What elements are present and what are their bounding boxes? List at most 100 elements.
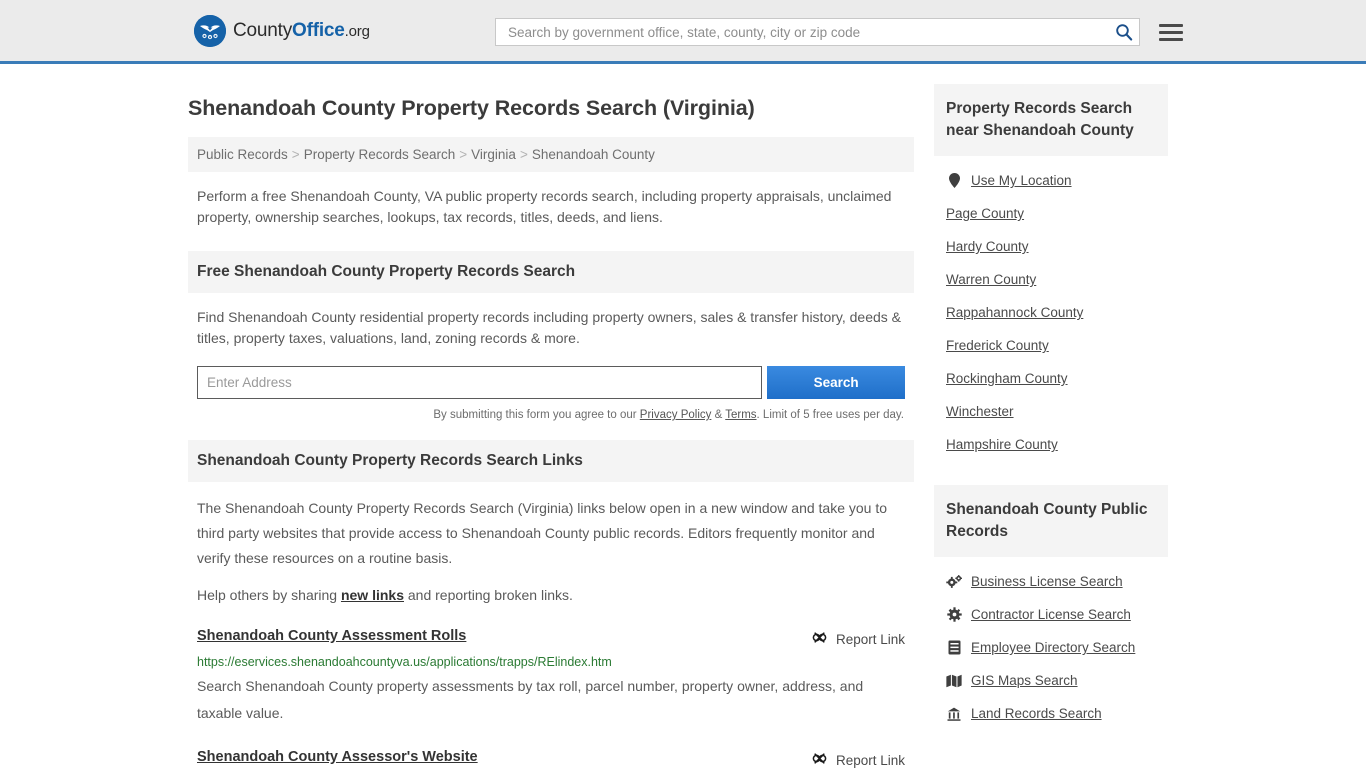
- broken-link-icon: [811, 750, 828, 768]
- breadcrumb-item-virginia[interactable]: Virginia: [471, 147, 516, 162]
- sidebar-link-label[interactable]: Land Records Search: [971, 706, 1102, 721]
- page-title: Shenandoah County Property Records Searc…: [188, 96, 755, 120]
- search-links-heading: Shenandoah County Property Records Searc…: [188, 440, 914, 482]
- help-post-text: and reporting broken links.: [404, 587, 573, 603]
- result-item: Shenandoah County Assessment Rolls Repor…: [188, 628, 914, 727]
- map-pin-icon: [946, 173, 962, 188]
- logo-text-county: County: [233, 19, 293, 41]
- main-column: Shenandoah County Property Records Searc…: [188, 84, 914, 768]
- sidebar-item-frederick-county[interactable]: Frederick County: [946, 329, 1156, 362]
- result-header: Shenandoah County Assessor's Website Rep…: [197, 749, 905, 768]
- result-url[interactable]: https://eservices.shenandoahcountyva.us/…: [197, 655, 905, 669]
- page-intro-text: Perform a free Shenandoah County, VA pub…: [197, 188, 892, 225]
- result-title-link[interactable]: Shenandoah County Assessor's Website: [197, 749, 478, 765]
- sidebar-link-label[interactable]: GIS Maps Search: [971, 673, 1078, 688]
- free-search-body: Find Shenandoah County residential prope…: [188, 307, 914, 421]
- report-link-button[interactable]: Report Link: [811, 749, 905, 768]
- report-link-label: Report Link: [835, 631, 905, 647]
- public-records-panel-heading: Shenandoah County Public Records: [934, 485, 1168, 557]
- public-records-panel: Shenandoah County Public Records Busines…: [934, 485, 1168, 730]
- breadcrumb-separator: >: [459, 147, 468, 162]
- privacy-policy-link[interactable]: Privacy Policy: [640, 409, 712, 421]
- sidebar-item-use-my-location[interactable]: Use My Location: [946, 164, 1156, 197]
- sidebar-item-warren-county[interactable]: Warren County: [946, 263, 1156, 296]
- sidebar-link-label[interactable]: Rappahannock County: [946, 305, 1083, 320]
- help-pre-text: Help others by sharing: [197, 587, 341, 603]
- result-header: Shenandoah County Assessment Rolls Repor…: [197, 628, 905, 649]
- search-button[interactable]: Search: [767, 366, 905, 399]
- hamburger-bar: [1159, 37, 1183, 41]
- sidebar-item-land-records-search[interactable]: Land Records Search: [946, 697, 1156, 730]
- address-input[interactable]: [197, 366, 763, 399]
- report-link-label: Report Link: [835, 752, 905, 768]
- sidebar-item-employee-directory-search[interactable]: Employee Directory Search: [946, 631, 1156, 664]
- sidebar-item-rappahannock-county[interactable]: Rappahannock County: [946, 296, 1156, 329]
- cog-icon: [946, 607, 962, 622]
- nearby-panel-heading: Property Records Search near Shenandoah …: [934, 84, 1168, 156]
- search-icon[interactable]: [1115, 23, 1133, 41]
- site-logo[interactable]: CountyOffice.org: [194, 14, 370, 47]
- free-search-description: Find Shenandoah County residential prope…: [197, 309, 902, 346]
- global-search-box[interactable]: [495, 18, 1140, 46]
- sidebar-link-label[interactable]: Use My Location: [971, 173, 1072, 188]
- id-card-icon: [946, 640, 962, 655]
- search-links-body: The Shenandoah County Property Records S…: [188, 496, 914, 606]
- disclaimer-amp: &: [711, 409, 726, 421]
- sidebar-item-winchester[interactable]: Winchester: [946, 395, 1156, 428]
- sidebar-link-label[interactable]: Employee Directory Search: [971, 640, 1135, 655]
- result-title-link[interactable]: Shenandoah County Assessment Rolls: [197, 628, 466, 644]
- sidebar-item-business-license-search[interactable]: Business License Search: [946, 565, 1156, 598]
- header-search-area: [495, 18, 1183, 46]
- sidebar-item-hampshire-county[interactable]: Hampshire County: [946, 428, 1156, 461]
- breadcrumb-separator: >: [519, 147, 528, 162]
- hamburger-menu-icon[interactable]: [1159, 23, 1183, 41]
- breadcrumb: Public Records > Property Records Search > V…: [188, 137, 914, 172]
- disclaimer-post-text: . Limit of 5 free uses per day.: [756, 409, 904, 421]
- sidebar-item-rockingham-county[interactable]: Rockingham County: [946, 362, 1156, 395]
- nearby-search-panel: Property Records Search near Shenandoah …: [934, 84, 1168, 461]
- global-search-input[interactable]: [506, 19, 1115, 45]
- logo-text-tld: .org: [344, 22, 370, 40]
- sidebar-item-page-county[interactable]: Page County: [946, 197, 1156, 230]
- landmark-icon: [946, 707, 962, 721]
- breadcrumb-item-shenandoah-county[interactable]: Shenandoah County: [532, 147, 655, 162]
- sidebar-item-contractor-license-search[interactable]: Contractor License Search: [946, 598, 1156, 631]
- sidebar-link-label[interactable]: Warren County: [946, 272, 1036, 287]
- page-wrapper: Shenandoah County Property Records Searc…: [0, 64, 1366, 768]
- logo-wordmark: CountyOffice.org: [233, 20, 370, 42]
- help-others-paragraph: Help others by sharing new links and rep…: [197, 585, 905, 606]
- breadcrumb-item-public-records[interactable]: Public Records: [197, 147, 288, 162]
- form-disclaimer: By submitting this form you agree to our…: [197, 409, 905, 421]
- sidebar-link-label[interactable]: Hardy County: [946, 239, 1029, 254]
- sidebar-link-label[interactable]: Page County: [946, 206, 1024, 221]
- content-container: Shenandoah County Property Records Searc…: [188, 64, 1178, 768]
- new-links-link[interactable]: new links: [341, 587, 404, 603]
- terms-link[interactable]: Terms: [725, 409, 756, 421]
- sidebar-item-gis-maps-search[interactable]: GIS Maps Search: [946, 664, 1156, 697]
- result-item: Shenandoah County Assessor's Website Rep…: [188, 749, 914, 768]
- sidebar-link-label[interactable]: Contractor License Search: [971, 607, 1131, 622]
- sidebar: Property Records Search near Shenandoah …: [934, 84, 1168, 768]
- sidebar-item-hardy-county[interactable]: Hardy County: [946, 230, 1156, 263]
- sidebar-link-label[interactable]: Business License Search: [971, 574, 1123, 589]
- logo-text-office: Office: [292, 19, 345, 41]
- breadcrumb-item-property-records-search[interactable]: Property Records Search: [304, 147, 456, 162]
- address-search-form: Search: [197, 366, 905, 399]
- hamburger-bar: [1159, 23, 1183, 27]
- sidebar-link-label[interactable]: Hampshire County: [946, 437, 1058, 452]
- search-links-paragraph: The Shenandoah County Property Records S…: [197, 500, 888, 566]
- hamburger-bar: [1159, 30, 1183, 34]
- sidebar-link-label[interactable]: Frederick County: [946, 338, 1049, 353]
- breadcrumb-separator: >: [291, 147, 300, 162]
- site-header: CountyOffice.org: [0, 0, 1366, 64]
- sidebar-link-label[interactable]: Winchester: [946, 404, 1014, 419]
- disclaimer-pre-text: By submitting this form you agree to our: [433, 409, 640, 421]
- result-description: Search Shenandoah County property assess…: [197, 678, 864, 721]
- report-link-button[interactable]: Report Link: [811, 628, 905, 649]
- nearby-panel-list: Use My Location Page County Hardy County…: [934, 156, 1168, 461]
- cogs-icon: [946, 574, 962, 589]
- sidebar-link-label[interactable]: Rockingham County: [946, 371, 1068, 386]
- free-search-heading: Free Shenandoah County Property Records …: [188, 251, 914, 293]
- broken-link-icon: [811, 629, 828, 649]
- public-records-panel-list: Business License Search Contractor Licen…: [934, 557, 1168, 730]
